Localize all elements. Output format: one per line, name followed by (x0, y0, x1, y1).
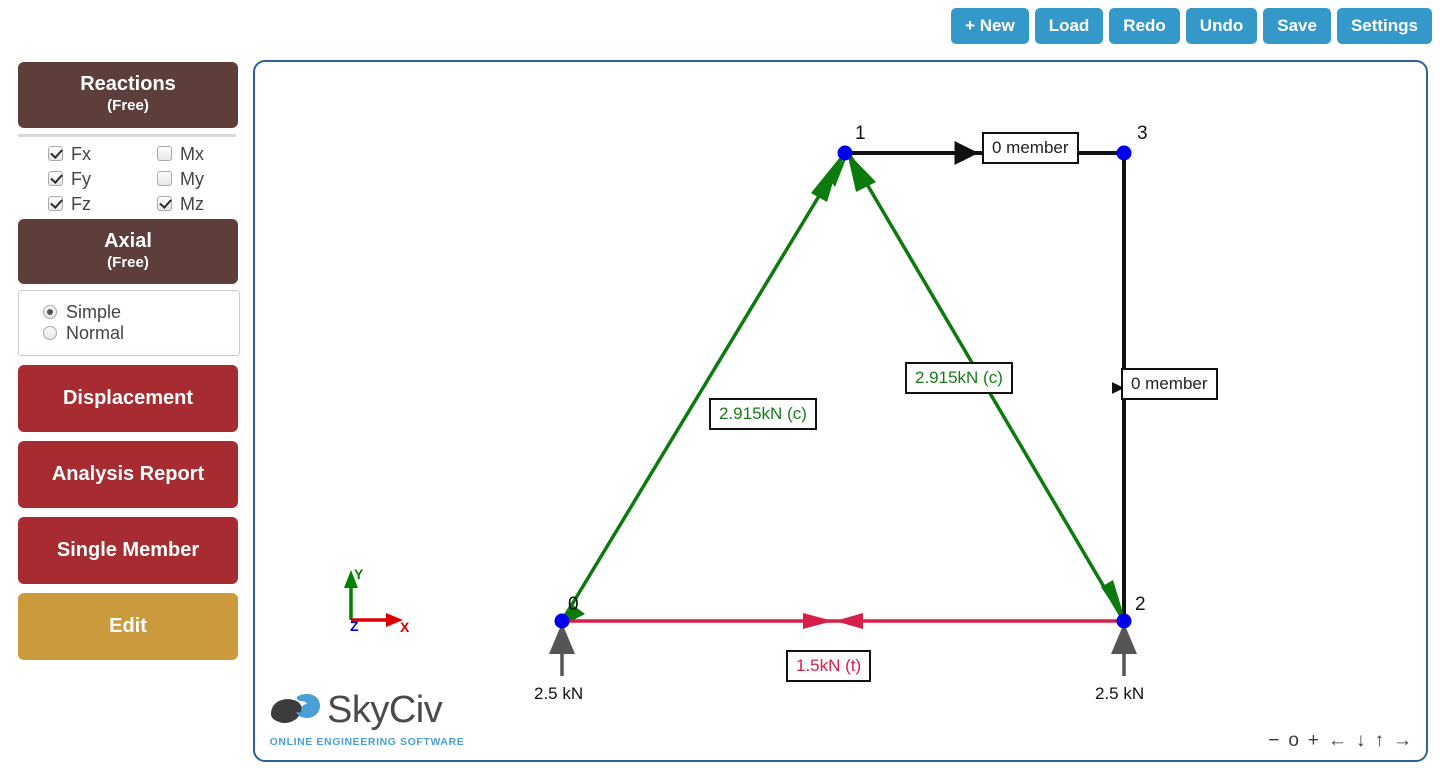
checkbox-fy[interactable]: Fy (18, 170, 127, 188)
zoom-out-icon[interactable]: − (1268, 731, 1279, 750)
reaction-label-node-0: 2.5 kN (534, 684, 584, 703)
viewport-controls: − o + ← ↓ ↑ → (1268, 731, 1412, 750)
checkbox-fy-label: Fy (71, 168, 91, 189)
axial-panel-header[interactable]: Axial (Free) (18, 218, 238, 284)
zoom-in-icon[interactable]: + (1308, 731, 1319, 750)
checkbox-mz-label: Mz (180, 193, 204, 214)
checkbox-fy-box[interactable] (48, 171, 63, 186)
member-force-label-0-1[interactable]: 2.915kN (c) (709, 398, 817, 430)
member-force-label-3-2[interactable]: 0 member (1121, 368, 1218, 400)
checkbox-mz-box[interactable] (157, 196, 172, 211)
tension-arrow-right (835, 613, 863, 629)
checkbox-fz[interactable]: Fz (18, 195, 127, 213)
radio-normal[interactable]: Normal (19, 324, 239, 342)
checkbox-mx-box[interactable] (157, 146, 172, 161)
checkbox-fx[interactable]: Fx (18, 145, 127, 163)
radio-simple-label: Simple (66, 302, 122, 322)
checkbox-mx-label: Mx (180, 143, 204, 164)
reactions-checkbox-grid: Fx Mx Fy My Fz Mz (18, 133, 236, 219)
node-1[interactable] (837, 145, 853, 161)
pan-right-icon[interactable]: → (1393, 731, 1412, 750)
node-label-3: 3 (1137, 123, 1148, 144)
skyciv-structural-3d-app: + New Load Redo Undo Save Settings React… (0, 0, 1440, 768)
axis-y-label: Y (354, 566, 364, 582)
skyciv-logo: SkyCiv ONLINE ENGINEERING SOFTWARE (267, 688, 467, 748)
checkbox-fx-label: Fx (71, 143, 91, 164)
save-button[interactable]: Save (1263, 8, 1331, 44)
checkbox-my-label: My (180, 168, 204, 189)
load-button[interactable]: Load (1034, 8, 1104, 44)
tension-arrow-left (803, 613, 833, 629)
skyciv-tagline: ONLINE ENGINEERING SOFTWARE (269, 736, 465, 748)
axial-member-0-1 (560, 152, 847, 622)
member-force-label-0-2[interactable]: 1.5kN (t) (786, 650, 872, 682)
axial-options-group: Simple Normal (18, 290, 240, 356)
axial-subtitle: (Free) (107, 253, 149, 271)
single-member-button[interactable]: Single Member (18, 517, 238, 584)
checkbox-fx-box[interactable] (48, 146, 63, 161)
node-label-0: 0 (568, 594, 579, 615)
zoom-reset-icon[interactable]: o (1288, 731, 1299, 750)
member-force-label-1-3[interactable]: 0 member (982, 132, 1079, 164)
node-3[interactable] (1116, 145, 1132, 161)
reactions-title: Reactions (80, 73, 176, 95)
node-2[interactable] (1116, 613, 1132, 629)
radio-simple[interactable]: Simple (19, 303, 239, 321)
checkbox-mz[interactable]: Mz (127, 195, 236, 213)
pan-left-icon[interactable]: ← (1328, 731, 1347, 750)
axis-z-label: Z (350, 618, 359, 634)
reactions-panel-header[interactable]: Reactions (Free) (18, 62, 238, 128)
skyciv-mark-icon (271, 694, 320, 724)
checkbox-fz-label: Fz (71, 193, 91, 214)
redo-button[interactable]: Redo (1109, 8, 1180, 44)
node-label-1: 1 (855, 123, 866, 144)
new-button[interactable]: + New (951, 8, 1029, 44)
settings-button[interactable]: Settings (1336, 8, 1432, 44)
reactions-subtitle: (Free) (107, 97, 149, 114)
checkbox-fz-box[interactable] (48, 196, 63, 211)
node-0[interactable] (554, 613, 570, 629)
radio-simple-dot[interactable] (43, 305, 57, 319)
pan-up-icon[interactable]: ↑ (1375, 731, 1385, 750)
top-toolbar: + New Load Redo Undo Save Settings (951, 8, 1432, 44)
axial-title: Axial (104, 229, 152, 252)
checkbox-mx[interactable]: Mx (127, 145, 236, 163)
pan-down-icon[interactable]: ↓ (1356, 731, 1366, 750)
model-viewport[interactable]: 0 1 2 3 2.915kN (c) 2.915kN (c) 1.5kN (t… (253, 60, 1428, 762)
compression-arrow-1-2-head (847, 152, 876, 192)
edit-button[interactable]: Edit (18, 593, 238, 660)
member-force-label-1-2[interactable]: 2.915kN (c) (905, 362, 1013, 394)
left-sidebar: Reactions (Free) Fx Mx Fy My Fz Mz Axial… (18, 62, 240, 660)
radio-normal-label: Normal (66, 323, 125, 343)
skyciv-wordmark: SkyCiv (327, 689, 443, 731)
axis-x-label: X (400, 619, 410, 635)
checkbox-my-box[interactable] (157, 171, 172, 186)
reaction-label-node-2: 2.5 kN (1095, 684, 1145, 703)
radio-normal-dot[interactable] (43, 326, 57, 340)
analysis-report-button[interactable]: Analysis Report (18, 441, 238, 508)
undo-button[interactable]: Undo (1185, 8, 1258, 44)
node-label-2: 2 (1135, 594, 1146, 615)
displacement-button[interactable]: Displacement (18, 365, 238, 432)
checkbox-my[interactable]: My (127, 170, 236, 188)
